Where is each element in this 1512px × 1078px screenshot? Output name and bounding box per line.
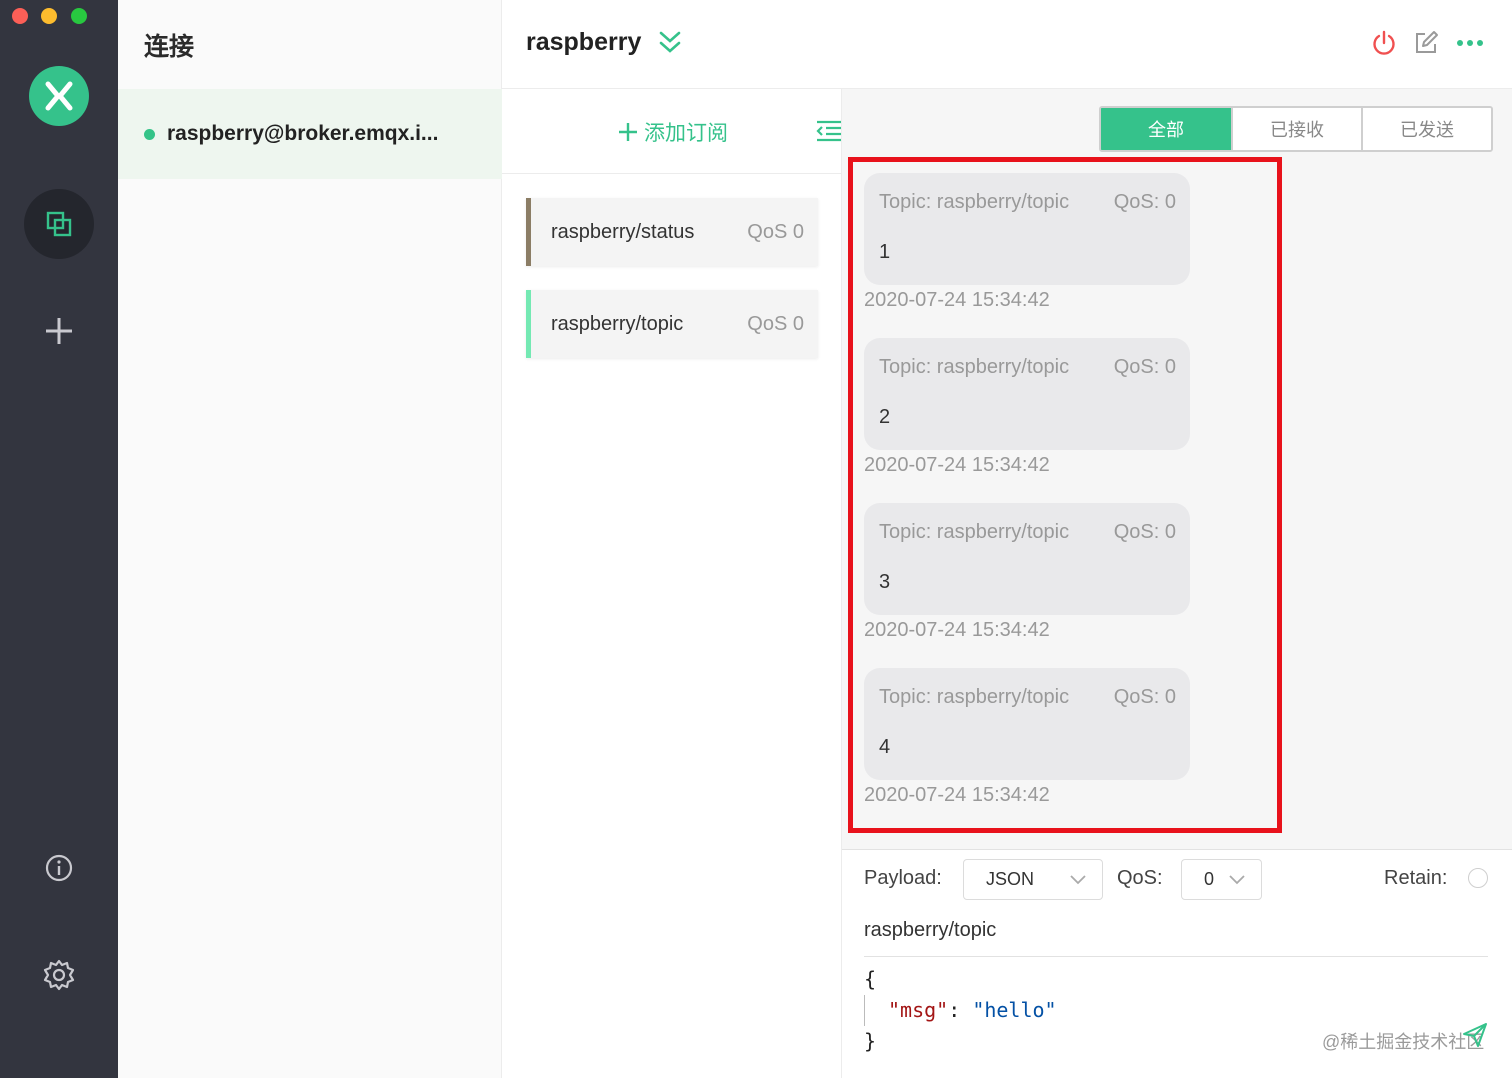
connection-name: raspberry@broker.emqx.i... [167,122,439,145]
subscription-color-bar [526,198,531,266]
info-icon [45,854,73,882]
window-zoom-button[interactable] [71,8,87,24]
retain-toggle[interactable] [1468,868,1488,888]
publish-topic-input[interactable]: raspberry/topic [864,919,996,942]
subscription-item[interactable]: raspberry/status QoS 0 [526,198,818,266]
connection-item[interactable]: raspberry@broker.emqx.i... [118,89,502,179]
app-logo-icon [29,66,89,126]
message-filter-tabs: 全部 已接收 已发送 [1099,106,1493,152]
connections-title: 连接 [144,33,195,61]
connection-title: raspberry [526,28,642,56]
chevron-down-icon [1229,874,1245,884]
watermark: @稀土掘金技术社区 [1322,1032,1485,1052]
new-connection-button[interactable] [24,296,94,366]
json-value: "hello" [972,998,1057,1022]
collapse-list-icon [816,120,841,142]
payload-format-value: JSON [986,869,1035,889]
connections-panel: 连接 raspberry@broker.emqx.i... [118,0,502,1078]
tab-sent[interactable]: 已发送 [1361,108,1491,150]
message-bubble[interactable]: Topic: raspberry/topic QoS: 0 3 [864,503,1190,615]
message-bubble[interactable]: Topic: raspberry/topic QoS: 0 2 [864,338,1190,450]
code-line: "msg": "hello" [864,995,1057,1026]
payload-label: Payload: [864,867,942,889]
subscription-item[interactable]: raspberry/topic QoS 0 [526,290,818,358]
chevron-down-icon [1070,874,1086,884]
power-icon [1373,30,1395,55]
connections-nav-button[interactable] [24,189,94,259]
app-sidebar [0,0,118,1078]
qos-value: 0 [1204,869,1215,889]
message-topic: Topic: raspberry/topic [879,686,1070,708]
code-line: { [864,967,877,991]
send-icon [1463,1023,1487,1047]
subscription-color-bar [526,290,531,358]
collapse-subscriptions-button[interactable] [815,119,841,148]
more-icon [1457,40,1483,46]
more-options-button[interactable] [1456,29,1484,57]
qos-select[interactable]: 0 [1181,859,1262,900]
subscription-topic: raspberry/status [551,220,695,243]
about-button[interactable] [24,833,94,903]
add-icon [46,318,72,344]
message-payload: 2 [879,406,891,428]
expand-details-button[interactable] [658,30,682,61]
publish-panel: Payload: JSON QoS: 0 Retain: raspberry/t… [842,849,1512,1078]
json-key: "msg" [888,998,949,1022]
message-topic: Topic: raspberry/topic [879,191,1070,213]
message-qos: QoS: 0 [1113,521,1176,543]
message-topic: Topic: raspberry/topic [879,356,1070,378]
plus-icon [619,123,637,141]
connections-icon [46,211,72,237]
message-qos: QoS: 0 [1113,686,1176,708]
add-subscription-label: 添加订阅 [644,122,728,145]
window-close-button[interactable] [12,8,28,24]
settings-button[interactable] [24,940,94,1010]
message-payload: 1 [879,241,891,263]
message-time: 2020-07-24 15:34:42 [864,454,1050,476]
disconnect-button[interactable] [1370,29,1398,57]
subscriptions-panel: 添加订阅 raspberry/status QoS 0 raspberry/to… [502,89,842,1078]
settings-icon [43,959,75,991]
payload-format-select[interactable]: JSON [963,859,1103,900]
retain-label: Retain: [1384,867,1448,889]
message-topic: Topic: raspberry/topic [879,521,1070,543]
connection-status-dot [144,128,155,140]
subscription-qos: QoS 0 [747,220,804,243]
edit-icon [1416,31,1438,53]
message-payload: 3 [879,571,891,593]
tab-all[interactable]: 全部 [1101,108,1231,150]
qos-label: QoS: [1117,867,1163,889]
subscription-qos: QoS 0 [747,312,804,335]
tab-received[interactable]: 已接收 [1231,108,1361,150]
message-payload: 4 [879,736,891,758]
publish-divider [864,956,1488,957]
payload-editor[interactable]: { "msg": "hello" } [864,964,1057,1057]
subscription-topic: raspberry/topic [551,312,684,335]
message-time: 2020-07-24 15:34:42 [864,784,1050,806]
window-minimize-button[interactable] [41,8,57,24]
message-bubble[interactable]: Topic: raspberry/topic QoS: 0 4 [864,668,1190,780]
send-button[interactable] [1462,1022,1488,1053]
edit-connection-button[interactable] [1412,29,1440,57]
message-time: 2020-07-24 15:34:42 [864,619,1050,641]
double-chevron-down-icon [659,31,681,53]
message-qos: QoS: 0 [1113,356,1176,378]
connection-header: raspberry [502,0,1512,89]
message-qos: QoS: 0 [1113,191,1176,213]
message-time: 2020-07-24 15:34:42 [864,289,1050,311]
code-line: } [864,1029,877,1053]
message-bubble[interactable]: Topic: raspberry/topic QoS: 0 1 [864,173,1190,285]
add-subscription-button[interactable]: 添加订阅 [618,117,728,147]
subscriptions-toolbar: 添加订阅 [502,89,842,174]
